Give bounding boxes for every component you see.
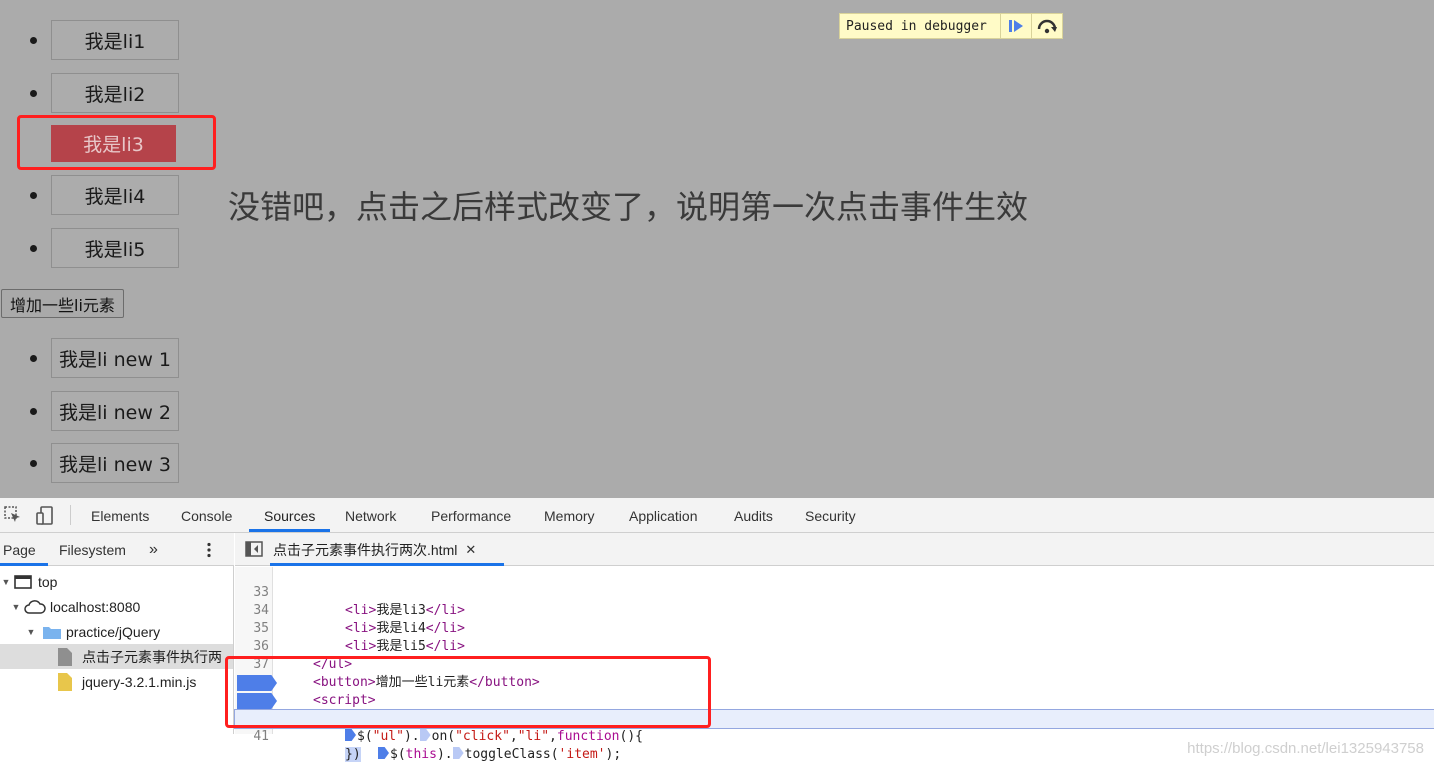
tab-audits[interactable]: Audits xyxy=(734,498,773,533)
tree-label: 点击子元素事件执行两 xyxy=(82,648,222,665)
code-editor: 点击子元素事件执行两次.html ✕ 33 <li>我是li3</li> 34 … xyxy=(225,533,1434,762)
tab-page[interactable]: Page xyxy=(3,533,36,566)
code-line[interactable]: 34 <li>我是li4</li> xyxy=(235,584,1434,636)
resume-button[interactable] xyxy=(1000,14,1031,38)
bullet-icon xyxy=(30,90,37,97)
tree-label: practice/jQuery xyxy=(66,623,161,640)
tab-security[interactable]: Security xyxy=(805,498,856,533)
inline-breakpoint-icon[interactable] xyxy=(452,747,464,759)
editor-tabbar: 点击子元素事件执行两次.html ✕ xyxy=(235,533,1434,566)
list-item-label[interactable]: 我是li5 xyxy=(51,228,179,268)
paused-in-debugger-bar: Paused in debugger xyxy=(839,13,1063,39)
navigator-tabs: Page Filesystem » xyxy=(0,533,234,566)
line-number[interactable]: 41 xyxy=(235,728,271,746)
code-text: $("ul"). on("click","li",function(){ xyxy=(345,728,643,746)
devtools-panel: Elements Console Sources Network Perform… xyxy=(0,498,1434,762)
more-tabs-icon[interactable]: » xyxy=(149,533,158,566)
tree-item-localhost[interactable]: ▼ localhost:8080 xyxy=(0,594,233,619)
cloud-icon xyxy=(24,599,46,614)
js-file-icon xyxy=(58,672,72,691)
expand-triangle-icon: ▼ xyxy=(26,626,36,637)
paused-label: Paused in debugger xyxy=(846,18,987,34)
file-tab[interactable]: 点击子元素事件执行两次.html ✕ xyxy=(273,533,476,566)
list-item-label[interactable]: 我是li2 xyxy=(51,73,179,113)
tab-sources[interactable]: Sources xyxy=(264,498,315,533)
file-tab-label: 点击子元素事件执行两次.html xyxy=(273,541,458,558)
devtools-toolbar: Elements Console Sources Network Perform… xyxy=(0,498,1434,533)
tab-performance[interactable]: Performance xyxy=(431,498,511,533)
tab-memory[interactable]: Memory xyxy=(544,498,595,533)
annotation-highlight-box xyxy=(225,656,711,728)
bullet-icon xyxy=(30,355,37,362)
bullet-icon xyxy=(30,408,37,415)
page-viewport: 我是li1 我是li2 我是li3 我是li4 我是li5 没错吧，点击之后样式… xyxy=(0,0,1434,498)
expand-triangle-icon: ▼ xyxy=(11,601,21,612)
code-line[interactable]: 37 <button>增加一些li元素</button> xyxy=(235,638,1434,690)
step-over-icon xyxy=(1037,19,1057,34)
annotation-highlight-box xyxy=(17,115,216,170)
bullet-icon xyxy=(30,245,37,252)
expand-triangle-icon: ▼ xyxy=(1,576,11,587)
code-line[interactable]: 33 <li>我是li3</li> xyxy=(235,566,1434,618)
code-text: $(this). toggleClass('item'); xyxy=(378,746,621,764)
step-over-button[interactable] xyxy=(1031,14,1062,38)
watermark: https://blog.csdn.net/lei1325943758 xyxy=(1187,740,1424,757)
tab-console[interactable]: Console xyxy=(181,498,232,533)
bullet-icon xyxy=(30,37,37,44)
device-toolbar-icon[interactable] xyxy=(36,506,54,530)
folder-icon xyxy=(43,626,61,639)
list-item-label[interactable]: 我是li1 xyxy=(51,20,179,60)
toolbar-divider xyxy=(70,505,71,525)
tab-elements[interactable]: Elements xyxy=(91,498,149,533)
bullet-icon xyxy=(30,192,37,199)
inspect-element-icon[interactable] xyxy=(4,506,22,528)
inline-breakpoint-icon[interactable] xyxy=(378,747,389,759)
list-item-label[interactable]: 我是li new 1 xyxy=(51,338,179,378)
active-tab-indicator xyxy=(249,529,330,532)
tree-item-folder[interactable]: ▼ practice/jQuery xyxy=(0,619,233,644)
list-item-label[interactable]: 我是li4 xyxy=(51,175,179,215)
tab-application[interactable]: Application xyxy=(629,498,698,533)
list-item-label[interactable]: 我是li new 2 xyxy=(51,391,179,431)
tree-item-top[interactable]: ▼ top xyxy=(0,569,233,594)
list-item-label[interactable]: 我是li new 3 xyxy=(51,443,179,483)
tree-label: localhost:8080 xyxy=(50,598,141,615)
resume-icon xyxy=(1009,20,1023,32)
code-text: }) xyxy=(345,747,361,762)
sources-navigator: Page Filesystem » ▼ top ▼ localhost:8080… xyxy=(0,533,234,734)
tab-filesystem[interactable]: Filesystem xyxy=(59,533,126,566)
tree-label: top xyxy=(38,573,58,590)
frame-icon xyxy=(14,574,32,589)
inline-breakpoint-icon[interactable] xyxy=(419,729,431,741)
navigator-menu-icon[interactable] xyxy=(206,533,212,566)
tab-network[interactable]: Network xyxy=(345,498,396,533)
tree-label: jquery-3.2.1.min.js xyxy=(82,673,197,690)
tree-item-html-file[interactable]: 点击子元素事件执行两 xyxy=(0,644,233,669)
add-li-button[interactable]: 增加一些li元素 xyxy=(1,289,124,318)
active-nav-tab-indicator xyxy=(0,563,48,566)
code-line[interactable]: 36 </ul> xyxy=(235,620,1434,672)
tree-item-js-file[interactable]: jquery-3.2.1.min.js xyxy=(0,669,233,694)
inline-breakpoint-icon[interactable] xyxy=(345,729,356,741)
bullet-icon xyxy=(30,460,37,467)
toggle-navigator-icon[interactable] xyxy=(245,541,263,561)
code-line[interactable]: 35 <li>我是li5</li> xyxy=(235,602,1434,654)
close-icon[interactable]: ✕ xyxy=(465,542,476,558)
file-icon xyxy=(58,647,72,666)
annotation-note: 没错吧，点击之后样式改变了，说明第一次点击事件生效 xyxy=(228,188,1029,226)
